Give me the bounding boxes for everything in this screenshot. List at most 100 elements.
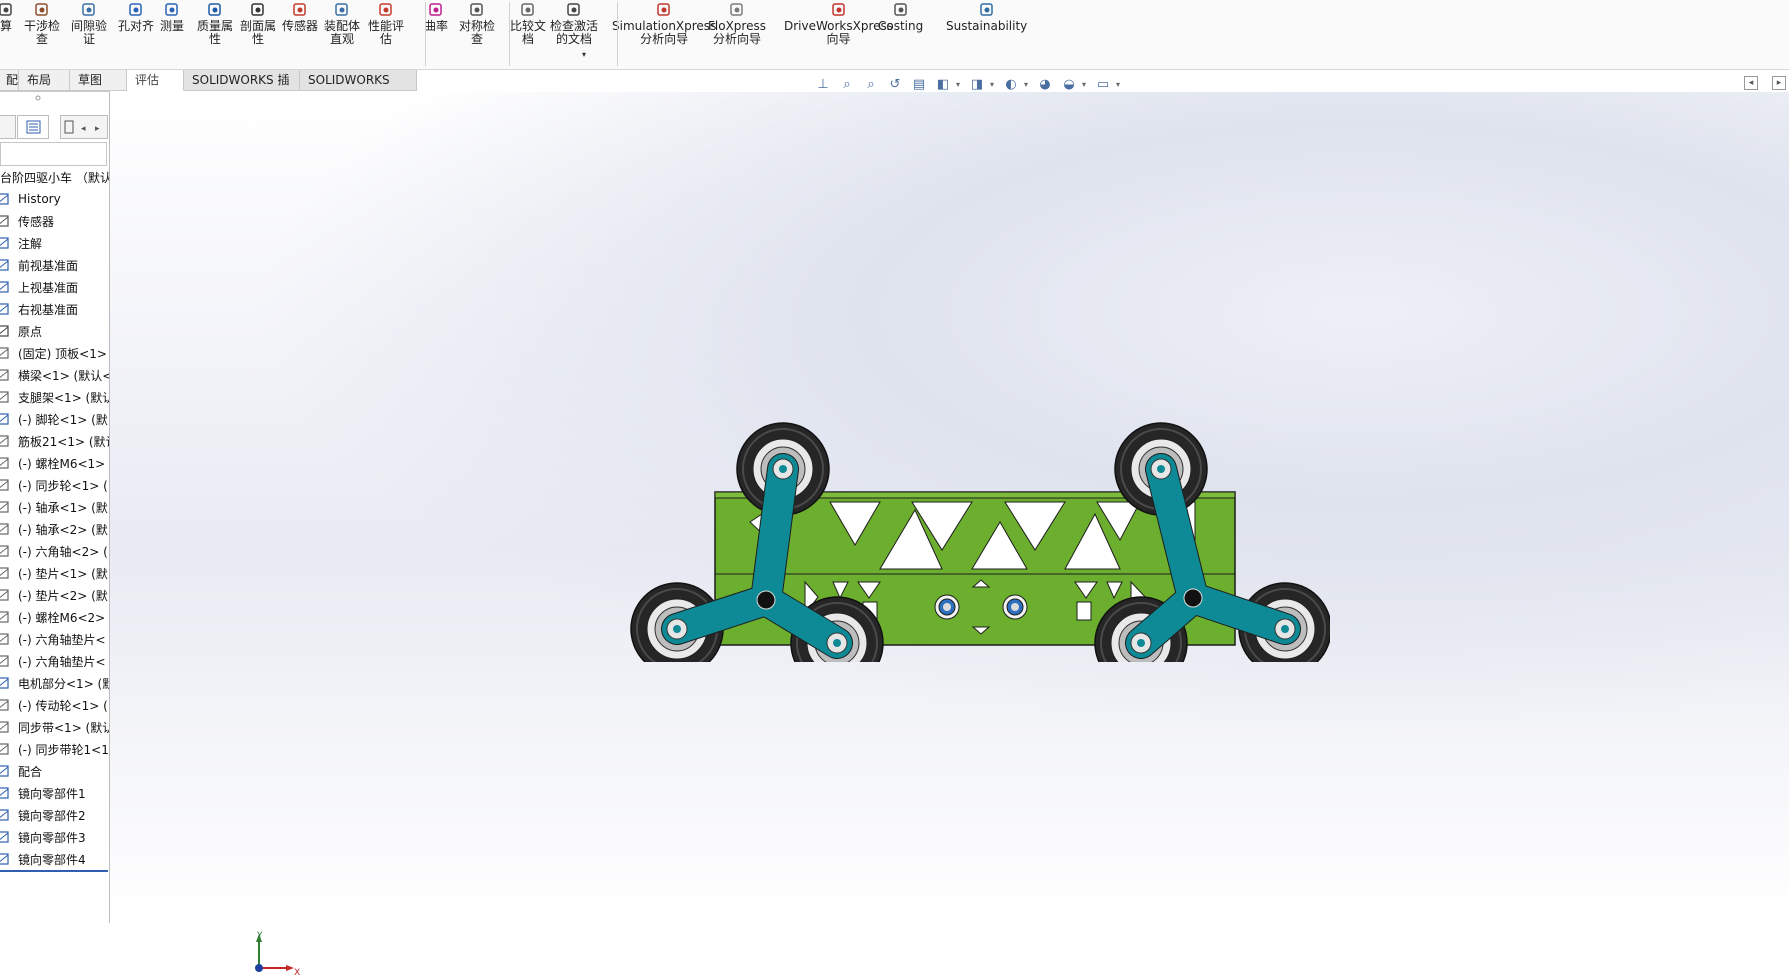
view-orientation-dropdown-icon[interactable]: ◧ <box>932 75 954 93</box>
panel-collapse-handle[interactable] <box>0 92 109 104</box>
tree-item-label: (-) 螺栓M6<2> <box>18 610 106 625</box>
tree-item[interactable]: (-) 六角轴<2> ( <box>0 540 109 562</box>
apply-scene-icon[interactable]: ◒ <box>1058 75 1080 93</box>
center-bearing-left <box>934 594 960 620</box>
tree-item[interactable]: 横梁<1> (默认< <box>0 364 109 386</box>
tab-1[interactable]: 布局 <box>19 70 70 91</box>
tree-item[interactable]: 镜向零部件3 <box>0 826 109 848</box>
part-icon <box>0 699 9 711</box>
view-orientation-icon[interactable]: ⊥ <box>812 75 834 93</box>
ribbon-button-label: 干涉检 查 <box>24 19 61 46</box>
tree-item[interactable]: 配合 <box>0 760 109 782</box>
section-view-icon[interactable]: ▤ <box>908 75 930 93</box>
view-settings-icon[interactable]: ▭ <box>1092 75 1114 93</box>
zoom-to-fit-icon[interactable]: ⌕ <box>836 75 858 93</box>
previous-view-icon[interactable]: ↺ <box>884 75 906 93</box>
display-style-icon[interactable]: ◨ <box>966 75 988 93</box>
curvature-button[interactable]: 曲率 <box>424 2 448 33</box>
panel-tabs: ◂ ▸ <box>0 115 109 139</box>
tab-0[interactable]: 配体 <box>0 70 19 91</box>
clearance-verify-button[interactable]: 间隙验 证 <box>71 2 107 46</box>
tree-item[interactable]: 支腿架<1> (默认 <box>0 386 109 408</box>
hole-align-button[interactable]: 孔对齐 <box>118 2 154 33</box>
edit-appearance-icon[interactable]: ◕ <box>1034 75 1056 93</box>
tree-item[interactable]: (-) 轴承<2> (默 <box>0 518 109 540</box>
graphics-viewport[interactable]: Y X <box>110 92 1789 976</box>
tree-item[interactable]: (-) 垫片<2> (默 <box>0 584 109 606</box>
tree-item[interactable]: (-) 螺栓M6<2> <box>0 606 109 628</box>
chevron-down-icon[interactable]: ▾ <box>956 80 964 89</box>
compare-docs-button[interactable]: 比较文 档 <box>510 2 546 46</box>
chevron-down-icon[interactable]: ▾ <box>1024 80 1032 89</box>
tree-item[interactable]: 电机部分<1> (默 <box>0 672 109 694</box>
tab-2[interactable]: 草图 <box>70 70 127 91</box>
tree-item[interactable]: (-) 六角轴垫片< <box>0 650 109 672</box>
chevron-down-icon[interactable]: ▾ <box>1082 80 1090 89</box>
chevron-down-icon[interactable]: ▾ <box>990 80 998 89</box>
panel-tab-config-manager[interactable]: ◂ ▸ <box>60 115 108 139</box>
tree-item[interactable]: (-) 六角轴垫片< <box>0 628 109 650</box>
tree-item-label: 镜向零部件2 <box>18 808 86 823</box>
sustainability-button[interactable]: Sustainability <box>946 2 1027 33</box>
tree-item[interactable]: 镜向零部件2 <box>0 804 109 826</box>
tree-root-label: 台阶四驱小车 （默认- <box>0 170 110 185</box>
sensor-button[interactable]: 传感器 <box>282 2 318 33</box>
mass-properties-button[interactable]: 质量属 性 <box>197 2 233 46</box>
section-properties-button[interactable]: 剖面属 性 <box>240 2 276 46</box>
performance-eval-button[interactable]: 性能评 估 <box>368 2 404 46</box>
zoom-area-icon[interactable]: ⌕ <box>860 75 882 93</box>
tree-item[interactable]: 上视基准面 <box>0 276 109 298</box>
rollback-bar[interactable] <box>0 870 108 872</box>
tree-item[interactable]: 前视基准面 <box>0 254 109 276</box>
subassembly-icon <box>0 677 9 689</box>
panel-tab-property-manager[interactable] <box>17 115 49 139</box>
tree-item[interactable]: (-) 传动轮<1> ( <box>0 694 109 716</box>
panel-tab-feature-manager[interactable] <box>0 115 16 139</box>
tab-4[interactable]: SOLIDWORKS 插件 <box>184 70 300 107</box>
tree-root[interactable]: 台阶四驱小车 （默认- <box>0 166 109 188</box>
symmetry-check-button[interactable]: 对称检 查 <box>459 2 495 46</box>
ribbon-button-label: 孔对齐 <box>118 19 155 33</box>
subassembly-icon <box>0 413 9 425</box>
tree-item-label: (-) 六角轴垫片< <box>18 632 106 647</box>
tree-item[interactable]: (-) 螺栓M6<1> <box>0 452 109 474</box>
hide-show-icon[interactable]: ◐ <box>1000 75 1022 93</box>
tree-item[interactable]: (-) 同步带轮1<1 <box>0 738 109 760</box>
tree-item-label: (-) 同步带轮1<1 <box>18 742 109 757</box>
tab-5[interactable]: SOLIDWORKS MBD <box>300 70 417 107</box>
calc-button[interactable]: 算 <box>0 2 15 33</box>
tree-item-label: 镜向零部件4 <box>18 852 86 867</box>
tree-item[interactable]: 注解 <box>0 232 109 254</box>
tree-item[interactable]: 同步带<1> (默认 <box>0 716 109 738</box>
measure-button[interactable]: 测量 <box>160 2 184 33</box>
tree-item[interactable]: 筋板21<1> (默认 <box>0 430 109 452</box>
hole-align-icon <box>129 3 142 16</box>
floxpress-button[interactable]: FloXpress 分析向导 <box>708 2 766 46</box>
simulationxpress-button[interactable]: SimulationXpress 分析向导 <box>612 2 716 46</box>
tree-item[interactable]: 镜向零部件4 <box>0 848 109 870</box>
assembly-visualization-button[interactable]: 装配体 直观 <box>324 2 360 46</box>
check-doc-dropdown-icon[interactable]: ▾ <box>582 50 586 59</box>
tree-item[interactable]: (固定) 顶板<1> <box>0 342 109 364</box>
tree-item[interactable]: 右视基准面 <box>0 298 109 320</box>
tree-item[interactable]: 传感器 <box>0 210 109 232</box>
costing-button[interactable]: Costing <box>878 2 923 33</box>
chevron-down-icon[interactable]: ▾ <box>1116 80 1124 89</box>
tree-item[interactable]: (-) 轴承<1> (默 <box>0 496 109 518</box>
tree-item[interactable]: 镜向零部件1 <box>0 782 109 804</box>
tab-3[interactable]: 评估 <box>127 70 184 91</box>
tree-item[interactable]: (-) 垫片<1> (默 <box>0 562 109 584</box>
tree-item[interactable]: 原点 <box>0 320 109 342</box>
tree-item[interactable]: (-) 脚轮<1> (默 <box>0 408 109 430</box>
collapse-left-icon[interactable]: ◂ <box>1744 76 1758 90</box>
tree-item[interactable]: History <box>0 188 109 210</box>
scroll-left-icon: ◂ <box>81 124 86 134</box>
tree-item[interactable]: (-) 同步轮<1> ( <box>0 474 109 496</box>
check-active-doc-button[interactable]: 检查激活 的文档 <box>550 2 598 46</box>
assembly-model-render[interactable] <box>630 422 1330 662</box>
interference-check-button[interactable]: 干涉检 查 <box>24 2 60 46</box>
ribbon-button-label: FloXpress 分析向导 <box>708 19 766 46</box>
tree-filter-input[interactable] <box>0 142 107 166</box>
expand-right-icon[interactable]: ▸ <box>1772 76 1786 90</box>
driveworksxpress-button[interactable]: DriveWorksXpress 向导 <box>784 2 893 46</box>
